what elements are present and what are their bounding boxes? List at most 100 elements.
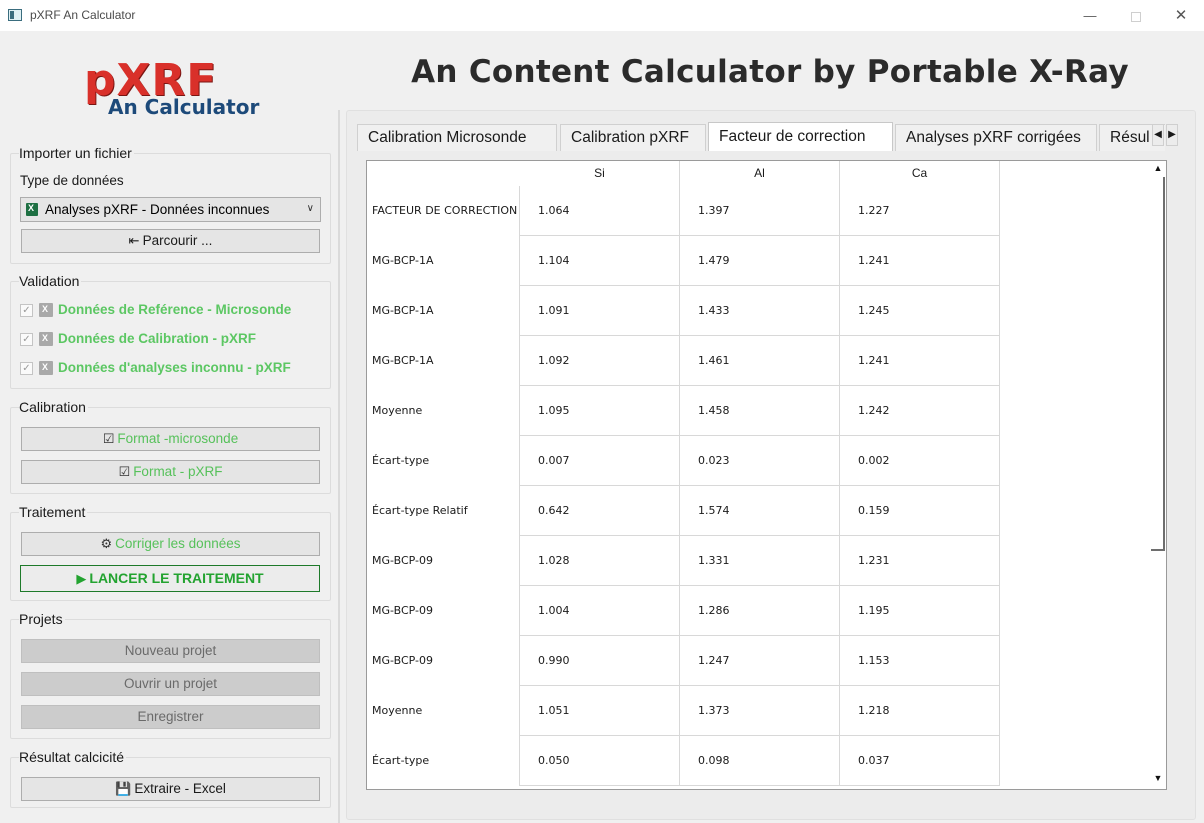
browse-button[interactable]: ⇤ Parcourir ... (21, 229, 320, 253)
row-header[interactable]: Écart-type (367, 736, 520, 786)
table-cell[interactable]: 1.245 (840, 286, 1000, 336)
tab-bar: Calibration Microsonde Calibration pXRF … (357, 122, 1165, 151)
table-cell[interactable]: 1.241 (840, 336, 1000, 386)
table-cell[interactable]: 1.004 (520, 586, 680, 636)
table-cell[interactable]: 0.098 (680, 736, 840, 786)
row-header[interactable]: Moyenne (367, 686, 520, 736)
minimize-button[interactable]: — (1067, 0, 1113, 31)
table-cell[interactable]: 1.479 (680, 236, 840, 286)
table-cell[interactable]: 1.242 (840, 386, 1000, 436)
format-pxrf-button[interactable]: ☑ Format - pXRF (21, 460, 320, 484)
table-cell[interactable]: 0.990 (520, 636, 680, 686)
column-header-si[interactable]: Si (520, 161, 680, 186)
correction-factor-table: Si Al Ca FACTEUR DE CORRECTION 1.064 1.397… (366, 160, 1167, 790)
table-cell[interactable]: 1.331 (680, 536, 840, 586)
column-header-al[interactable]: Al (680, 161, 840, 186)
row-header[interactable]: MG-BCP-09 (367, 536, 520, 586)
table-cell[interactable]: 1.028 (520, 536, 680, 586)
table-cell[interactable]: 1.051 (520, 686, 680, 736)
correct-data-button[interactable]: ⚙ Corriger les données (21, 532, 320, 556)
check-circle-icon: ☑ (118, 464, 131, 479)
table-cell[interactable]: 1.397 (680, 186, 840, 236)
table-cell[interactable]: 1.153 (840, 636, 1000, 686)
row-header[interactable]: Écart-type (367, 436, 520, 486)
tab-calibration-microsonde[interactable]: Calibration Microsonde (357, 124, 557, 151)
maximize-button[interactable] (1113, 0, 1159, 31)
maximize-icon (1131, 11, 1141, 22)
row-header[interactable]: MG-BCP-09 (367, 586, 520, 636)
import-icon: ⇤ (128, 233, 140, 248)
excel-icon (26, 203, 38, 216)
validation-group-title: Validation (19, 273, 82, 289)
row-header[interactable]: MG-BCP-1A (367, 236, 520, 286)
scroll-thumb[interactable] (1151, 177, 1165, 551)
result-group-title: Résultat calcicité (19, 749, 127, 765)
treatment-group-title: Traitement (19, 504, 88, 520)
table-cell[interactable]: 1.095 (520, 386, 680, 436)
tab-calibration-pxrf[interactable]: Calibration pXRF (560, 124, 706, 151)
row-header[interactable]: Moyenne (367, 386, 520, 436)
table-cell[interactable]: 1.195 (840, 586, 1000, 636)
new-project-button[interactable]: Nouveau projet (21, 639, 320, 663)
table-vertical-scrollbar[interactable]: ▲ ▼ (1150, 161, 1166, 789)
scroll-down-icon[interactable]: ▼ (1152, 773, 1164, 787)
table-cell[interactable]: 0.037 (840, 736, 1000, 786)
table-cell[interactable]: 0.642 (520, 486, 680, 536)
table-cell[interactable]: 0.023 (680, 436, 840, 486)
validation-label: Données de Calibration - pXRF (58, 331, 257, 346)
table-cell[interactable]: 1.091 (520, 286, 680, 336)
table-cell[interactable]: 1.461 (680, 336, 840, 386)
row-header[interactable]: MG-BCP-09 (367, 636, 520, 686)
open-project-button[interactable]: Ouvrir un projet (21, 672, 320, 696)
data-type-label: Type de données (20, 173, 124, 188)
row-header[interactable]: Écart-type Relatif (367, 486, 520, 536)
table-cell[interactable]: 1.092 (520, 336, 680, 386)
table-cell[interactable]: 1.433 (680, 286, 840, 336)
table-cell[interactable]: 0.050 (520, 736, 680, 786)
close-button[interactable]: ✕ (1158, 0, 1204, 31)
play-icon: ▶ (76, 571, 87, 586)
table-cell[interactable]: 1.574 (680, 486, 840, 536)
column-header-ca[interactable]: Ca (840, 161, 1000, 186)
table-cell[interactable]: 1.247 (680, 636, 840, 686)
table-cell[interactable]: 1.231 (840, 536, 1000, 586)
table-cell[interactable]: 1.241 (840, 236, 1000, 286)
browse-label: Parcourir ... (142, 233, 213, 248)
table-cell[interactable]: 1.064 (520, 186, 680, 236)
gears-icon: ⚙ (100, 536, 113, 551)
table-cell[interactable]: 1.227 (840, 186, 1000, 236)
checkbox[interactable]: ✓ (20, 304, 33, 317)
check-circle-icon: ☑ (102, 431, 115, 446)
table-cell[interactable]: 1.373 (680, 686, 840, 736)
table-cell[interactable]: 0.007 (520, 436, 680, 486)
launch-treatment-button[interactable]: ▶ LANCER LE TRAITEMENT (20, 565, 320, 592)
export-excel-label: Extraire - Excel (134, 781, 226, 796)
tab-facteur-correction[interactable]: Facteur de correction (708, 122, 893, 151)
logo-line2: An Calculator (108, 95, 260, 119)
tab-analyses-corrigees[interactable]: Analyses pXRF corrigées (895, 124, 1097, 151)
checkbox[interactable]: ✓ (20, 362, 33, 375)
table-cell[interactable]: 1.104 (520, 236, 680, 286)
table-cell[interactable]: 1.286 (680, 586, 840, 636)
table-cell[interactable]: 1.458 (680, 386, 840, 436)
tab-scroll-right-icon[interactable]: ▶ (1166, 124, 1178, 146)
row-header[interactable]: MG-BCP-1A (367, 336, 520, 386)
table-cell[interactable]: 0.159 (840, 486, 1000, 536)
export-excel-button[interactable]: 💾 Extraire - Excel (21, 777, 320, 801)
table-cell[interactable]: 0.002 (840, 436, 1000, 486)
app-icon (8, 9, 22, 21)
row-header[interactable]: MG-BCP-1A (367, 286, 520, 336)
table-cell[interactable]: 1.218 (840, 686, 1000, 736)
data-type-value: Analyses pXRF - Données inconnues (45, 202, 270, 217)
format-microsonde-label: Format -microsonde (117, 431, 239, 446)
row-header[interactable]: FACTEUR DE CORRECTION (367, 186, 520, 236)
scroll-up-icon[interactable]: ▲ (1152, 163, 1164, 177)
save-project-button[interactable]: Enregistrer (21, 705, 320, 729)
tab-scroll-left-icon[interactable]: ◀ (1152, 124, 1164, 146)
checkbox[interactable]: ✓ (20, 333, 33, 346)
excel-icon (39, 303, 53, 317)
format-microsonde-button[interactable]: ☑ Format -microsonde (21, 427, 320, 451)
data-type-select[interactable]: Analyses pXRF - Données inconnues ∨ (20, 197, 321, 222)
panel-splitter[interactable] (338, 110, 340, 823)
excel-icon (39, 332, 53, 346)
